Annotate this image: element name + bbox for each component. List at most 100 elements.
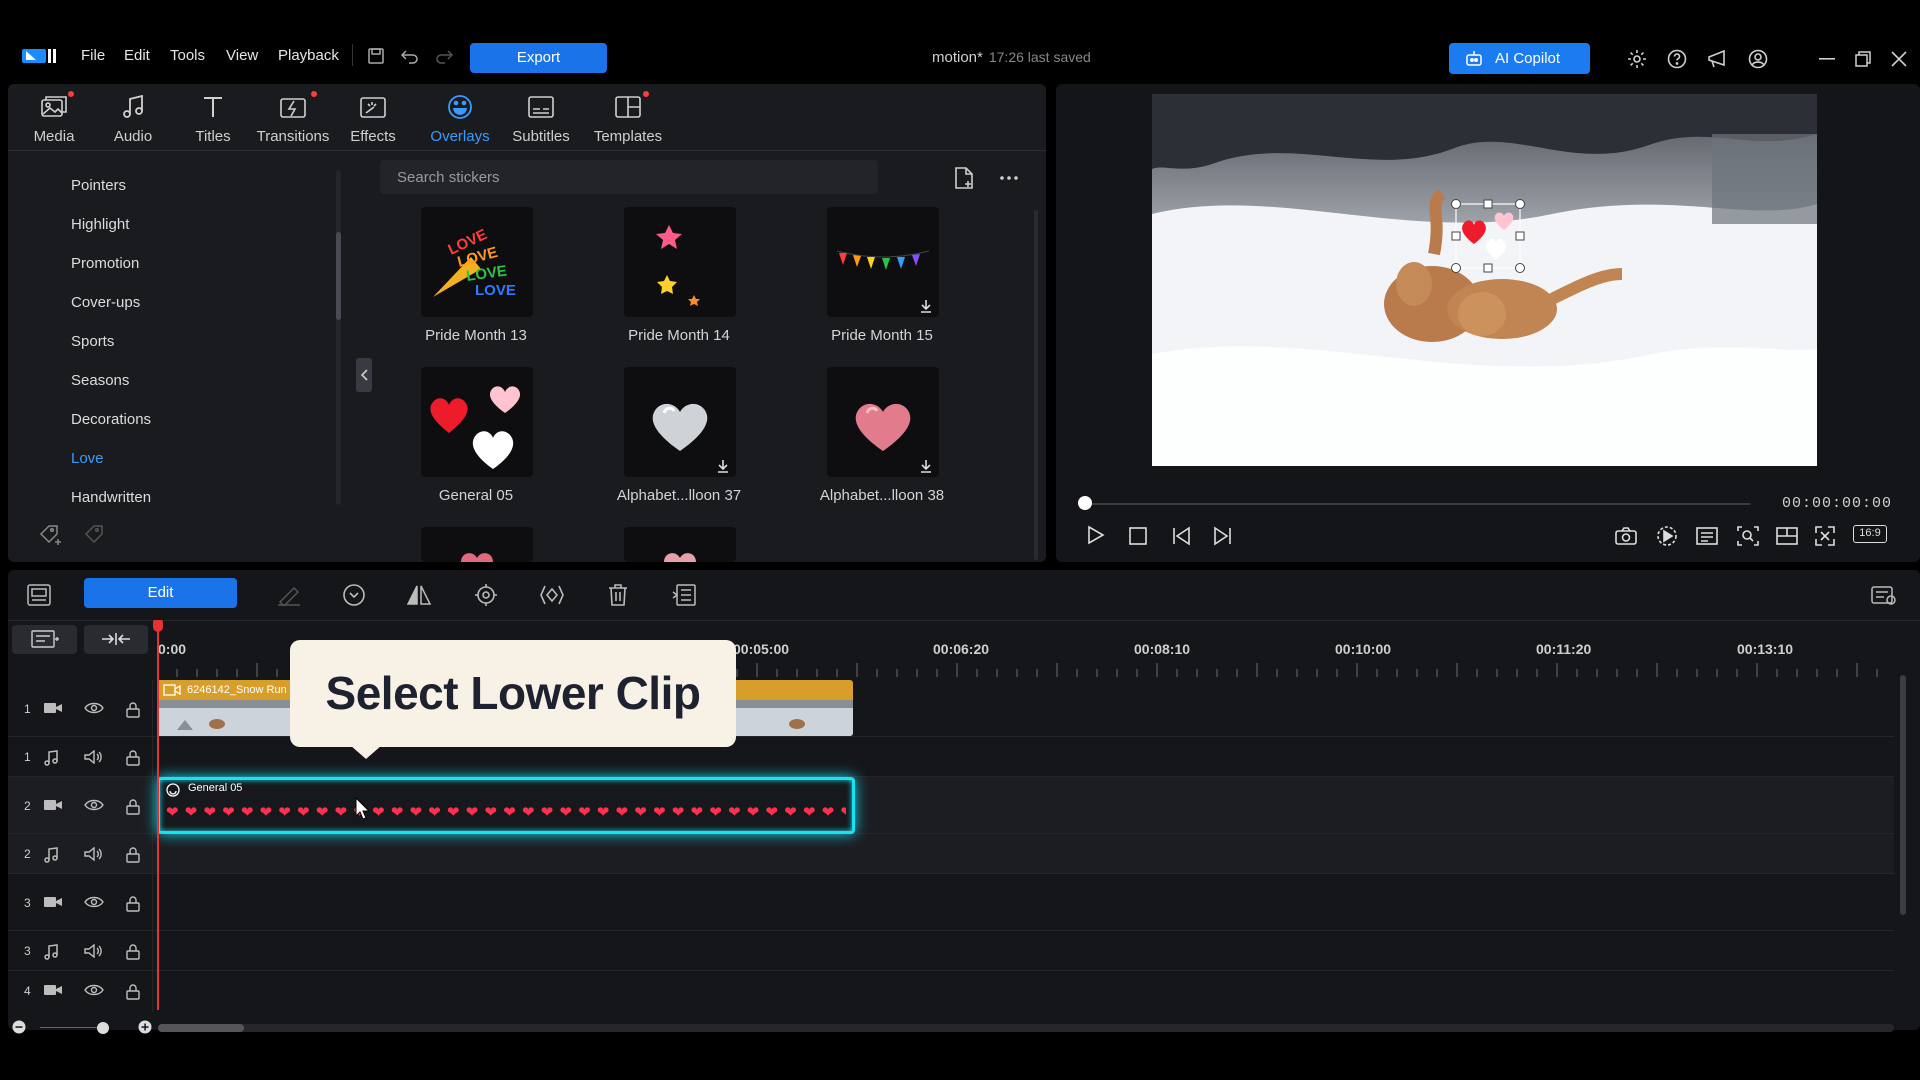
sticker-thumbnail[interactable] — [624, 207, 736, 317]
download-icon[interactable] — [716, 459, 730, 473]
snapshot-icon[interactable] — [1615, 527, 1637, 545]
account-icon[interactable] — [1748, 49, 1768, 69]
download-icon[interactable] — [919, 459, 933, 473]
lock-icon[interactable] — [126, 944, 140, 960]
minimize-icon[interactable] — [1819, 58, 1835, 60]
sticker-thumbnail[interactable] — [827, 207, 939, 317]
tab-templates[interactable]: Templates — [588, 91, 668, 145]
visibility-eye-icon[interactable] — [84, 799, 104, 811]
ai-copilot-button[interactable]: AI Copilot — [1449, 43, 1590, 74]
lock-icon[interactable] — [126, 798, 140, 815]
stop-icon[interactable] — [1129, 527, 1147, 545]
category-seasons[interactable]: Seasons — [71, 372, 129, 389]
playback-progress-track[interactable] — [1090, 503, 1750, 505]
lock-icon[interactable] — [126, 701, 140, 718]
mute-speaker-icon[interactable] — [84, 847, 102, 861]
timeline-horizontal-scrollbar[interactable] — [158, 1024, 1894, 1032]
menu-file[interactable]: File — [81, 47, 105, 64]
previous-frame-icon[interactable] — [1171, 526, 1193, 546]
redo-icon[interactable] — [435, 48, 453, 64]
safe-zone-icon[interactable] — [1696, 527, 1718, 545]
help-icon[interactable] — [1667, 49, 1687, 69]
category-scrollbar[interactable] — [336, 170, 341, 505]
zoom-slider-track[interactable] — [40, 1027, 105, 1028]
export-button[interactable]: Export — [470, 43, 607, 73]
lock-icon[interactable] — [126, 895, 140, 912]
menu-edit[interactable]: Edit — [124, 47, 150, 64]
category-promotion[interactable]: Promotion — [71, 255, 139, 272]
target-icon[interactable] — [474, 583, 498, 607]
category-sports[interactable]: Sports — [71, 333, 114, 350]
detach-icon[interactable] — [672, 584, 696, 606]
undo-icon[interactable] — [401, 48, 419, 64]
tab-transitions[interactable]: Transitions — [253, 91, 333, 145]
fullscreen-icon[interactable] — [1815, 526, 1835, 546]
menu-view[interactable]: View — [226, 47, 258, 64]
tab-media[interactable]: Media — [14, 91, 94, 145]
add-favorite-icon[interactable] — [39, 524, 63, 546]
zoom-preview-icon[interactable] — [1737, 526, 1759, 546]
category-decorations[interactable]: Decorations — [71, 411, 151, 428]
track-row-video-4[interactable] — [8, 971, 1894, 1011]
tab-effects[interactable]: Effects — [333, 92, 413, 145]
sticker-grid-scrollbar[interactable] — [1034, 210, 1038, 560]
collapse-sidebar-button[interactable] — [356, 358, 372, 392]
category-handwritten[interactable]: Handwritten — [71, 489, 151, 506]
play-icon[interactable] — [1086, 525, 1106, 545]
sticker-search-input[interactable]: Search stickers — [380, 160, 878, 194]
scene-detect-icon[interactable] — [27, 584, 51, 606]
visibility-eye-icon[interactable] — [84, 896, 104, 908]
more-options-icon[interactable] — [1000, 176, 1018, 180]
lock-icon[interactable] — [126, 847, 140, 863]
category-pointers[interactable]: Pointers — [71, 177, 126, 194]
mirror-icon[interactable] — [406, 584, 432, 606]
timeline-settings-icon[interactable] — [1871, 584, 1897, 606]
sticker-thumbnail[interactable]: LOVE LOVE LOVE LOVE — [421, 207, 533, 317]
category-love[interactable]: Love — [71, 450, 104, 467]
overlay-clip-selected[interactable]: General 05 ❤ ❤ ❤ ❤ ❤ ❤ ❤ ❤ ❤ ❤ ❤ ❤ ❤ ❤ ❤… — [157, 777, 855, 834]
remove-tag-icon[interactable] — [84, 524, 108, 546]
track-row-audio-3[interactable] — [8, 931, 1894, 971]
category-highlight[interactable]: Highlight — [71, 216, 129, 233]
timeline-horizontal-scrollbar-thumb[interactable] — [158, 1024, 244, 1032]
layout-icon[interactable] — [1776, 527, 1798, 545]
add-track-button[interactable] — [12, 625, 77, 654]
timeline-vertical-scrollbar[interactable] — [1900, 675, 1906, 915]
tab-titles[interactable]: Titles — [173, 92, 253, 145]
track-row-audio-2[interactable] — [8, 834, 1894, 874]
tab-overlays[interactable]: Overlays — [420, 92, 500, 145]
speed-icon[interactable] — [342, 583, 366, 607]
render-preview-icon[interactable] — [1656, 525, 1678, 547]
playback-progress-handle[interactable] — [1078, 496, 1092, 510]
announcement-icon[interactable] — [1707, 49, 1729, 69]
menu-tools[interactable]: Tools — [170, 47, 205, 64]
edit-button[interactable]: Edit — [84, 578, 237, 608]
tab-audio[interactable]: Audio — [93, 92, 173, 145]
preview-video-frame[interactable] — [1152, 94, 1817, 466]
tab-subtitles[interactable]: Subtitles — [501, 92, 581, 145]
pen-icon[interactable] — [276, 584, 302, 606]
lock-icon[interactable] — [126, 984, 140, 1000]
next-frame-icon[interactable] — [1211, 526, 1233, 546]
visibility-eye-icon[interactable] — [84, 702, 104, 714]
menu-playback[interactable]: Playback — [278, 47, 339, 64]
mute-speaker-icon[interactable] — [84, 750, 102, 764]
sticker-thumbnail[interactable] — [624, 367, 736, 477]
snap-button[interactable] — [84, 625, 148, 654]
close-icon[interactable] — [1891, 51, 1907, 67]
playhead[interactable] — [157, 622, 159, 1010]
visibility-eye-icon[interactable] — [84, 984, 104, 996]
category-scrollbar-thumb[interactable] — [336, 232, 341, 320]
lock-icon[interactable] — [126, 750, 140, 766]
category-cover-ups[interactable]: Cover-ups — [71, 294, 140, 311]
track-row-audio-1[interactable] — [8, 737, 1894, 777]
track-row-video-3[interactable] — [8, 874, 1894, 931]
import-sticker-icon[interactable] — [953, 167, 975, 189]
download-icon[interactable] — [919, 299, 933, 313]
sticker-thumbnail[interactable] — [421, 367, 533, 477]
zoom-out-icon[interactable] — [12, 1020, 26, 1034]
zoom-in-icon[interactable] — [138, 1020, 152, 1034]
gear-icon[interactable] — [1627, 49, 1647, 69]
sticker-thumbnail[interactable] — [421, 527, 533, 562]
keyframe-icon[interactable] — [539, 584, 565, 606]
